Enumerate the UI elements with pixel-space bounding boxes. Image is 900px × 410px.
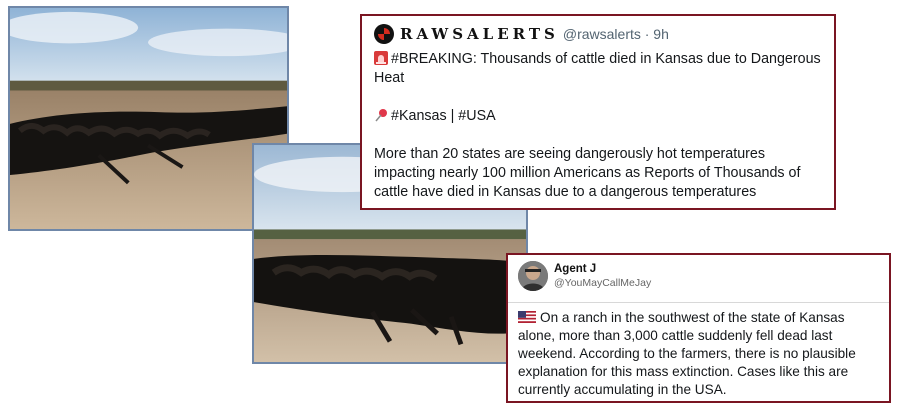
rawsalerts-logo-icon[interactable] [374, 24, 394, 44]
tweet-location-line: #Kansas | #USA [374, 107, 822, 126]
display-name[interactable]: Agent J [554, 262, 651, 276]
tweet-location-tags[interactable]: #Kansas | #USA [391, 108, 496, 124]
tweet-body-text: On a ranch in the southwest of the state… [518, 310, 856, 397]
tweet-header: RAWSALERTS @rawsalerts · 9h [374, 22, 822, 46]
divider [508, 302, 889, 303]
cattle-photo-image [10, 8, 287, 229]
tweet-card-rawsalerts[interactable]: RAWSALERTS @rawsalerts · 9h #BREAKING: T… [360, 14, 836, 210]
account-handle-time[interactable]: @rawsalerts · 9h [563, 26, 669, 42]
account-name[interactable]: RAWSALERTS [400, 25, 559, 43]
tweet-headline: #BREAKING: Thousands of cattle died in K… [374, 51, 821, 86]
tweet-header: Agent J @YouMayCallMeJay [518, 260, 879, 292]
tweet-card-agent-j[interactable]: Agent J @YouMayCallMeJay On a ranch in t… [506, 253, 891, 403]
user-names: Agent J @YouMayCallMeJay [554, 262, 651, 290]
tweet-body: On a ranch in the southwest of the state… [518, 309, 879, 399]
pushpin-emoji-icon [375, 109, 387, 122]
avatar[interactable] [518, 261, 548, 291]
siren-emoji-icon [374, 51, 388, 65]
tweet-body-text: More than 20 states are seeing dangerous… [374, 146, 801, 200]
tweet-body: #BREAKING: Thousands of cattle died in K… [374, 50, 822, 202]
person-avatar-icon [518, 261, 548, 291]
cattle-photo-field-wide [8, 6, 289, 231]
us-flag-icon [518, 311, 536, 323]
tweet-headline-line: #BREAKING: Thousands of cattle died in K… [374, 50, 822, 88]
account-handle[interactable]: @YouMayCallMeJay [554, 276, 651, 290]
